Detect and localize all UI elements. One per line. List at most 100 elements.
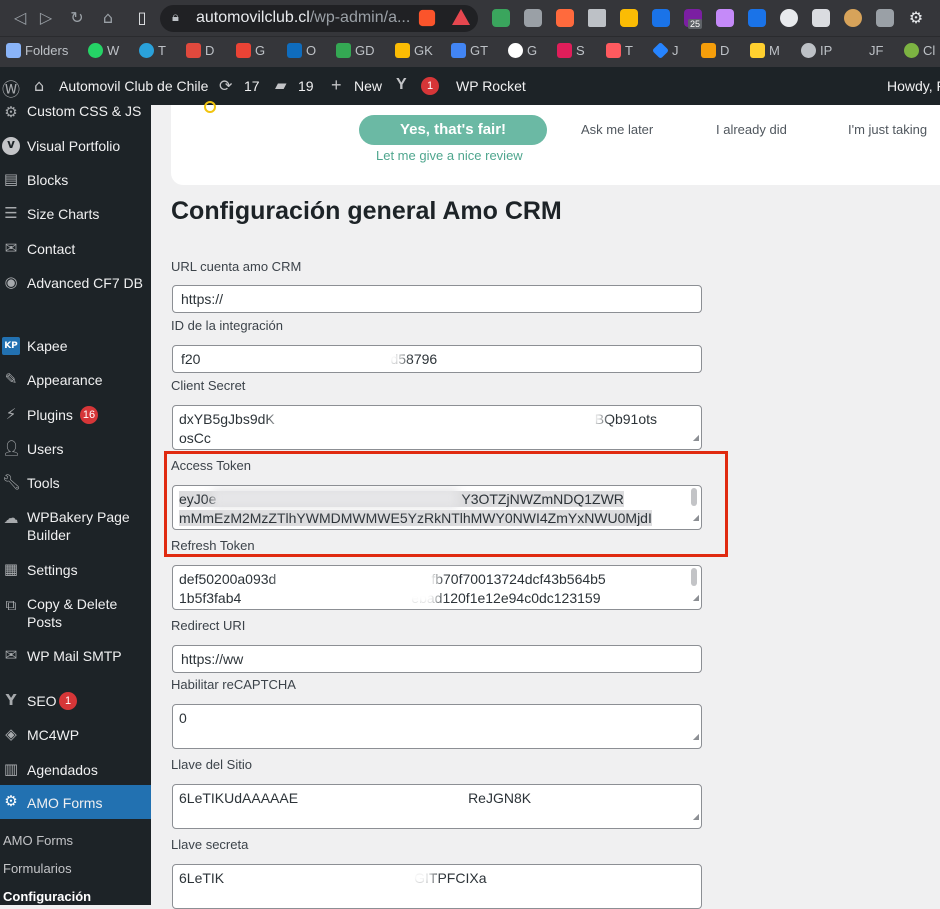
client-secret-label: Client Secret [171,378,246,393]
extension-badge-icon[interactable]: 25 [684,9,703,29]
bookmark-github[interactable]: G [508,43,537,61]
resize-handle-icon[interactable]: ◢ [693,807,699,826]
menu-contact[interactable]: ✉ Contact [0,239,151,259]
recaptcha-textarea[interactable]: 0 ◢ [172,704,702,749]
gear-icon: ⚙ [4,103,18,121]
resize-handle-icon[interactable]: ◢ [693,588,699,607]
download-icon[interactable] [748,9,766,27]
menu-appearance[interactable]: ✎ Appearance [0,370,151,390]
menu-advanced-cf7-db[interactable]: ◉ Advanced CF7 DB [0,273,151,313]
extension-hand-icon[interactable] [780,9,798,27]
submenu-amo-forms[interactable]: AMO Forms [3,833,73,848]
access-token-textarea[interactable]: eyJ0e Y3OTZjNWZmNDQ1ZWR mMmEzM2MzZTlhYWMDM… [172,485,702,530]
cookie-icon[interactable] [844,9,862,27]
menu-agendados[interactable]: ▥ Agendados [0,760,151,780]
bookmark-icon[interactable]: ▯ [132,8,152,27]
nice-review-link[interactable]: Let me give a nice review [376,148,523,163]
wordpress-logo-icon[interactable]: Ⓦ [2,76,20,102]
menu-wpbakery[interactable]: ☁ WPBakery Page Builder [0,507,151,547]
menu-wp-mail-smtp[interactable]: ✉ WP Mail SMTP [0,646,151,666]
redirect-uri-input[interactable]: https://ww [172,645,702,673]
extension-fi-icon[interactable] [652,9,670,27]
resize-handle-icon[interactable]: ◢ [693,428,699,447]
yes-fair-button[interactable]: Yes, that's fair! [359,115,547,145]
settings-gear-icon[interactable]: ⚙ [906,8,926,27]
menu-copy-delete-posts[interactable]: ⧉ Copy & Delete Posts [0,594,151,634]
bookmark-d[interactable]: D [186,43,214,61]
resize-handle-icon[interactable]: ◢ [693,727,699,746]
home-icon[interactable]: ⌂ [98,8,118,27]
menu-users[interactable]: 👤︎ Users [0,439,151,459]
bookmark-slack[interactable]: S [557,43,585,61]
yoast-icon[interactable]: Y [396,76,407,94]
menu-visual-portfolio[interactable]: v Visual Portfolio [0,136,151,156]
menu-mc4wp[interactable]: ◈ MC4WP [0,725,151,745]
menu-plugins[interactable]: ⚡ Plugins 16 [0,405,151,425]
bookmark-trello[interactable]: T [606,43,633,61]
comments-count[interactable]: 19 [298,78,314,94]
bookmark-folders[interactable]: Folders [6,43,68,61]
updates-icon[interactable]: ⟳ [219,76,232,95]
client-secret-textarea[interactable]: dxYB5gJbs9dK BQb91ots osCc ◢ [172,405,702,450]
integration-id-input[interactable]: f20 d58796 [172,345,702,373]
menu-tools[interactable]: 🔧︎ Tools [0,473,151,493]
menu-blocks[interactable]: ▤ Blocks [0,170,151,190]
menu-size-charts[interactable]: ☰ Size Charts [0,204,151,224]
new-link[interactable]: New [354,78,382,94]
extension-sheets-icon[interactable] [492,9,510,27]
just-taking-link[interactable]: I'm just taking [848,122,927,137]
bookmark-outlook[interactable]: O [287,43,316,61]
forward-icon[interactable]: ▷ [36,8,56,27]
updates-count[interactable]: 17 [244,78,260,94]
howdy-user-link[interactable]: Howdy, F [887,78,940,94]
extension-hubspot-icon[interactable] [556,9,574,27]
wp-rocket-link[interactable]: WP Rocket [456,78,526,94]
bookmark-w[interactable]: W [88,43,119,61]
bookmark-gmail[interactable]: G [236,43,265,61]
wrench-icon: 🔧︎ [2,473,22,491]
secret-key-label: Llave secreta [171,837,249,852]
submenu-configuracion[interactable]: Configuración [3,889,91,904]
extension-tag-icon[interactable] [716,9,734,27]
menu-amo-forms[interactable]: ⚙ AMO Forms [0,785,151,819]
bookmark-t[interactable]: T [139,43,166,61]
bookmark-gt[interactable]: GT [451,43,488,61]
url-input[interactable]: https:// [172,285,702,313]
textarea-scrollbar[interactable] [691,488,697,506]
brave-shield-icon[interactable] [418,9,436,27]
menu-settings[interactable]: ▦ Settings [0,560,151,580]
textarea-scrollbar[interactable] [691,568,697,586]
gear-icon: ⚙ [4,792,18,810]
bookmark-ip[interactable]: IP [801,43,832,61]
bookmark-dev[interactable]: D [701,43,729,61]
bookmark-gk[interactable]: GK [395,43,433,61]
dev-icon [701,43,716,58]
menu-kapee[interactable]: KP Kapee [0,336,151,356]
plugins-badge: 16 [80,406,98,424]
camera-icon[interactable] [524,9,542,27]
menu-custom-css-js[interactable]: ⚙ Custom CSS & JS [0,103,151,125]
extension-c-icon[interactable] [876,9,894,27]
site-name-link[interactable]: Automovil Club de Chile [59,78,208,94]
site-key-textarea[interactable]: 6LeTIKUdAAAAAE ReJGN8K ◢ [172,784,702,829]
menu-seo[interactable]: Y SEO 1 [0,691,151,711]
extension-v-icon[interactable] [588,9,606,27]
already-did-link[interactable]: I already did [716,122,787,137]
bookmark-cl[interactable]: Cl [904,43,935,61]
refresh-token-textarea[interactable]: def50200a093d fb70f70013724dcf43b564b5 1b5… [172,565,702,610]
reload-icon[interactable]: ↻ [67,8,87,27]
rewards-icon[interactable] [452,9,470,25]
extension-pen-icon[interactable] [620,9,638,27]
resize-handle-icon[interactable]: ◢ [693,508,699,527]
bookmark-jf[interactable]: JF [850,43,883,61]
back-icon[interactable]: ◁ [10,8,30,27]
bookmark-jira[interactable]: J [652,42,679,61]
bookmark-gd[interactable]: GD [336,43,375,61]
secret-key-textarea[interactable]: 6LeTIK GITPFCIXa [172,864,702,909]
plus-icon[interactable]: + [331,75,342,96]
bookmark-miro[interactable]: M [750,43,780,61]
ask-later-link[interactable]: Ask me later [581,122,653,137]
comments-icon[interactable]: ▰ [275,76,287,94]
extension-doc-icon[interactable] [812,9,830,27]
submenu-formularios[interactable]: Formularios [3,861,72,876]
